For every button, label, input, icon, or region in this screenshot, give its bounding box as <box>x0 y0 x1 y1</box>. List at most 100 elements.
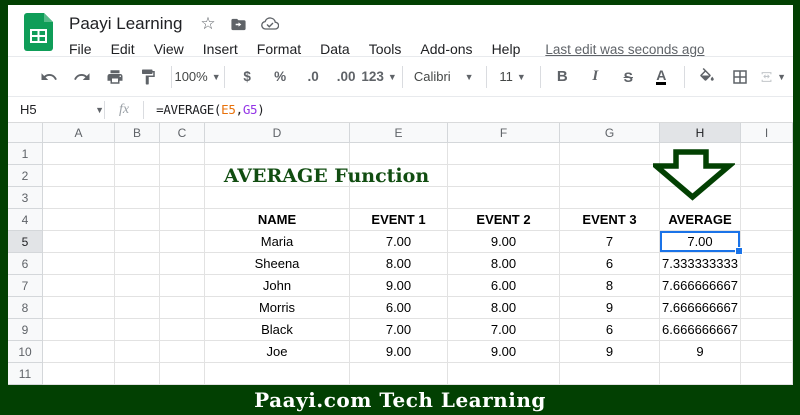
cell-F7[interactable]: 6.00 <box>448 275 560 297</box>
zoom-select[interactable]: 100% ▼ <box>174 64 220 90</box>
paint-format-button[interactable] <box>135 64 161 90</box>
cell-A1[interactable] <box>43 143 115 165</box>
column-header-H[interactable]: H <box>660 123 741 143</box>
cell-B7[interactable] <box>115 275 160 297</box>
cell-A4[interactable] <box>43 209 115 231</box>
cell-G3[interactable] <box>560 187 660 209</box>
cell-E4[interactable]: EVENT 1 <box>350 209 448 231</box>
cell-I11[interactable] <box>741 363 793 385</box>
cell-B2[interactable] <box>115 165 160 187</box>
cell-B1[interactable] <box>115 143 160 165</box>
cell-G6[interactable]: 6 <box>560 253 660 275</box>
more-formats-button[interactable]: 123 ▼ <box>361 64 396 90</box>
cell-H8[interactable]: 7.666666667 <box>660 297 741 319</box>
column-header-E[interactable]: E <box>350 123 448 143</box>
column-header-B[interactable]: B <box>115 123 160 143</box>
cell-I7[interactable] <box>741 275 793 297</box>
cell-D6[interactable]: Sheena <box>205 253 350 275</box>
cell-I6[interactable] <box>741 253 793 275</box>
cell-D7[interactable]: John <box>205 275 350 297</box>
move-folder-icon[interactable] <box>230 16 247 33</box>
cell-I8[interactable] <box>741 297 793 319</box>
cell-E10[interactable]: 9.00 <box>350 341 448 363</box>
cell-G10[interactable]: 9 <box>560 341 660 363</box>
cell-A10[interactable] <box>43 341 115 363</box>
strikethrough-button[interactable]: S <box>615 64 641 90</box>
cell-I10[interactable] <box>741 341 793 363</box>
cell-H9[interactable]: 6.666666667 <box>660 319 741 341</box>
row-header-3[interactable]: 3 <box>8 187 43 209</box>
cell-A6[interactable] <box>43 253 115 275</box>
format-percent-button[interactable]: % <box>267 64 293 90</box>
cell-A2[interactable] <box>43 165 115 187</box>
menu-item-insert[interactable]: Insert <box>203 41 238 57</box>
cell-D1[interactable] <box>205 143 350 165</box>
cell-G8[interactable]: 9 <box>560 297 660 319</box>
cell-E1[interactable] <box>350 143 448 165</box>
format-currency-button[interactable]: $ <box>234 64 260 90</box>
cell-A8[interactable] <box>43 297 115 319</box>
cell-E6[interactable]: 8.00 <box>350 253 448 275</box>
row-header-5[interactable]: 5 <box>8 231 43 253</box>
cell-B6[interactable] <box>115 253 160 275</box>
cell-D4[interactable]: NAME <box>205 209 350 231</box>
cell-I9[interactable] <box>741 319 793 341</box>
cell-D3[interactable] <box>205 187 350 209</box>
cell-G11[interactable] <box>560 363 660 385</box>
cell-F11[interactable] <box>448 363 560 385</box>
cell-F6[interactable]: 8.00 <box>448 253 560 275</box>
cell-H6[interactable]: 7.333333333 <box>660 253 741 275</box>
cell-H5[interactable]: 7.00 <box>660 231 743 255</box>
cell-F8[interactable]: 8.00 <box>448 297 560 319</box>
row-header-2[interactable]: 2 <box>8 165 43 187</box>
cell-D10[interactable]: Joe <box>205 341 350 363</box>
cell-G2[interactable] <box>560 165 660 187</box>
increase-decimal-button[interactable]: .00 <box>333 64 359 90</box>
cell-G5[interactable]: 7 <box>560 231 660 253</box>
column-header-I[interactable]: I <box>741 123 793 143</box>
cell-C4[interactable] <box>160 209 205 231</box>
row-header-6[interactable]: 6 <box>8 253 43 275</box>
column-header-A[interactable]: A <box>43 123 115 143</box>
cloud-status-icon[interactable] <box>260 16 279 32</box>
column-header-D[interactable]: D <box>205 123 350 143</box>
cell-A9[interactable] <box>43 319 115 341</box>
cell-B8[interactable] <box>115 297 160 319</box>
text-color-button[interactable]: A <box>648 64 674 90</box>
formula-input[interactable]: =AVERAGE(E5,G5) <box>156 102 265 117</box>
cell-F5[interactable]: 9.00 <box>448 231 560 253</box>
star-icon[interactable]: ☆ <box>200 14 215 34</box>
cell-F2[interactable] <box>448 165 560 187</box>
cell-H7[interactable]: 7.666666667 <box>660 275 741 297</box>
cell-B5[interactable] <box>115 231 160 253</box>
print-button[interactable] <box>102 64 128 90</box>
borders-button[interactable] <box>727 64 753 90</box>
cell-F9[interactable]: 7.00 <box>448 319 560 341</box>
select-all-corner[interactable] <box>8 123 43 143</box>
cell-C11[interactable] <box>160 363 205 385</box>
cell-H4[interactable]: AVERAGE <box>660 209 741 231</box>
cell-H11[interactable] <box>660 363 741 385</box>
cell-D11[interactable] <box>205 363 350 385</box>
cell-B3[interactable] <box>115 187 160 209</box>
cell-E8[interactable]: 6.00 <box>350 297 448 319</box>
cell-A7[interactable] <box>43 275 115 297</box>
cell-F10[interactable]: 9.00 <box>448 341 560 363</box>
row-header-10[interactable]: 10 <box>8 341 43 363</box>
cell-E11[interactable] <box>350 363 448 385</box>
menu-item-edit[interactable]: Edit <box>111 41 135 57</box>
cell-G9[interactable]: 6 <box>560 319 660 341</box>
name-box[interactable]: H5 ▼ <box>8 102 104 117</box>
cell-C1[interactable] <box>160 143 205 165</box>
row-header-11[interactable]: 11 <box>8 363 43 385</box>
undo-button[interactable] <box>36 64 62 90</box>
cell-I3[interactable] <box>741 187 793 209</box>
cell-A5[interactable] <box>43 231 115 253</box>
cell-C6[interactable] <box>160 253 205 275</box>
menu-item-help[interactable]: Help <box>492 41 521 57</box>
column-header-C[interactable]: C <box>160 123 205 143</box>
font-select[interactable]: Calibri ▼ <box>412 64 476 90</box>
cell-C5[interactable] <box>160 231 205 253</box>
cell-I4[interactable] <box>741 209 793 231</box>
cell-A11[interactable] <box>43 363 115 385</box>
